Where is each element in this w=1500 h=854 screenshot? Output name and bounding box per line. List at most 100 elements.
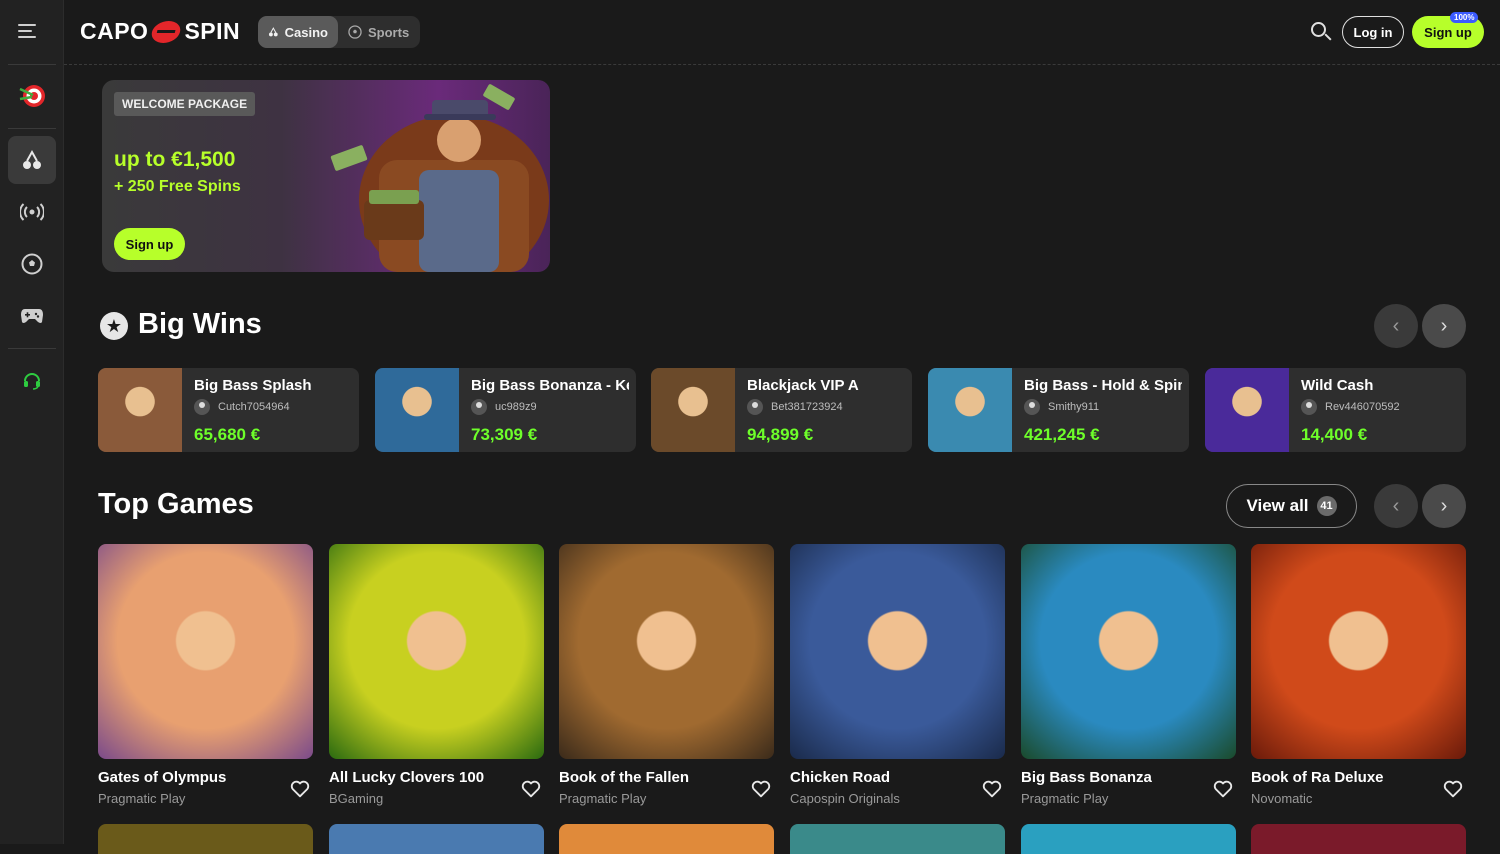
live-broadcast-icon — [20, 203, 44, 221]
sidebar-item-live[interactable] — [8, 188, 56, 236]
menu-icon[interactable] — [18, 18, 46, 44]
target-icon — [19, 85, 45, 107]
big-wins-next-button[interactable]: › — [1422, 304, 1466, 348]
win-user: Rev446070592 — [1301, 399, 1400, 415]
top-games-prev-button[interactable]: ‹ — [1374, 484, 1418, 528]
game-thumbnail — [651, 368, 735, 452]
game-thumbnail[interactable] — [98, 824, 313, 854]
game-tile[interactable]: Book of Ra Deluxe Novomatic — [1251, 544, 1466, 806]
game-provider: Pragmatic Play — [1021, 791, 1109, 806]
game-thumbnail[interactable] — [1021, 544, 1236, 759]
sidebar-item-target[interactable] — [8, 72, 56, 120]
game-thumbnail[interactable] — [1251, 544, 1466, 759]
tab-casino[interactable]: Casino — [258, 16, 338, 48]
big-wins-prev-button[interactable]: ‹ — [1374, 304, 1418, 348]
game-thumbnail[interactable] — [559, 544, 774, 759]
win-game-title: Blackjack VIP A — [747, 377, 859, 394]
win-game-title: Big Bass Bonanza - Keeping it Reel — [471, 377, 629, 394]
count-badge: 41 — [1316, 496, 1337, 516]
heart-icon[interactable] — [520, 778, 542, 800]
game-tile[interactable]: Chicken Road Capospin Originals — [790, 544, 1005, 806]
heart-icon[interactable] — [1212, 778, 1234, 800]
avatar-icon — [471, 399, 487, 415]
promo-subtitle: + 250 Free Spins — [114, 178, 241, 195]
game-thumbnail[interactable] — [98, 544, 313, 759]
view-all-label: View all — [1246, 496, 1309, 515]
login-button[interactable]: Log in — [1342, 16, 1404, 48]
game-thumbnail — [1205, 368, 1289, 452]
game-provider: Pragmatic Play — [559, 791, 647, 806]
logo-text-left: CAPO — [80, 18, 149, 44]
heart-icon[interactable] — [750, 778, 772, 800]
game-tile[interactable]: Gates of Olympus Pragmatic Play — [98, 544, 313, 806]
sidebar — [0, 0, 64, 844]
game-title: Book of Ra Deluxe — [1251, 769, 1384, 786]
heart-icon[interactable] — [981, 778, 1003, 800]
view-all-button[interactable]: View all 41 — [1226, 484, 1357, 528]
game-thumbnail[interactable] — [559, 824, 774, 854]
game-tile[interactable]: All Lucky Clovers 100 BGaming — [329, 544, 544, 806]
game-title: Gates of Olympus — [98, 769, 227, 786]
search-icon[interactable] — [1309, 20, 1333, 44]
welcome-banner[interactable]: WELCOME PACKAGE up to €1,500 + 250 Free … — [102, 80, 550, 272]
site-logo[interactable]: CAPO SPIN — [80, 18, 240, 45]
game-thumbnail[interactable] — [790, 544, 1005, 759]
chevron-right-icon: › — [1440, 314, 1448, 337]
sidebar-item-support[interactable] — [8, 356, 56, 404]
game-thumbnail[interactable] — [1021, 824, 1236, 854]
divider — [8, 348, 56, 349]
win-amount: 73,309 € — [471, 425, 538, 444]
gamepad-icon — [21, 309, 43, 323]
sidebar-item-casino[interactable] — [8, 136, 56, 184]
promo-title: up to €1,500 — [114, 148, 236, 171]
logo-mark-icon — [149, 20, 184, 43]
product-switcher: Casino Sports — [258, 16, 420, 48]
tab-sports[interactable]: Sports — [338, 16, 419, 48]
bonus-badge: 100% — [1450, 12, 1479, 23]
sidebar-item-games[interactable] — [8, 292, 56, 340]
chevron-left-icon: ‹ — [1392, 314, 1400, 337]
win-username: Cutch7054964 — [218, 401, 290, 413]
win-game-title: Big Bass - Hold & Spinner — [1024, 377, 1182, 394]
win-username: uc989z9 — [495, 401, 537, 413]
casino-icon — [268, 27, 278, 37]
banner-signup-button[interactable]: Sign up — [114, 228, 185, 260]
big-win-card[interactable]: Big Bass Bonanza - Keeping it Reel uc989z… — [375, 368, 636, 452]
divider — [8, 64, 56, 65]
game-thumbnail[interactable] — [1251, 824, 1466, 854]
game-thumbnail[interactable] — [790, 824, 1005, 854]
game-tile[interactable]: Big Bass Bonanza Pragmatic Play — [1021, 544, 1236, 806]
win-username: Bet381723924 — [771, 401, 843, 413]
star-icon: ★ — [100, 312, 128, 340]
game-provider: Pragmatic Play — [98, 791, 186, 806]
avatar-icon — [1024, 399, 1040, 415]
game-provider: Novomatic — [1251, 791, 1313, 806]
heart-icon[interactable] — [1442, 778, 1464, 800]
win-username: Smithy911 — [1048, 401, 1100, 413]
win-amount: 94,899 € — [747, 425, 814, 444]
avatar-icon — [1301, 399, 1317, 415]
win-user: Bet381723924 — [747, 399, 843, 415]
heart-icon[interactable] — [289, 778, 311, 800]
sidebar-item-sports[interactable] — [8, 240, 56, 288]
chevron-right-icon: › — [1440, 494, 1448, 517]
big-win-card[interactable]: Big Bass Splash Cutch7054964 65,680 € — [98, 368, 359, 452]
big-win-card[interactable]: Big Bass - Hold & Spinner Smithy911 421,24… — [928, 368, 1189, 452]
section-title-big-wins: Big Wins — [138, 308, 262, 340]
game-title: Big Bass Bonanza — [1021, 769, 1152, 786]
game-tile[interactable]: Book of the Fallen Pragmatic Play — [559, 544, 774, 806]
top-header: CAPO SPIN Casino Sports Log in Sign up 1… — [64, 0, 1500, 64]
game-title: Chicken Road — [790, 769, 891, 786]
soccer-ball-icon — [348, 25, 362, 39]
tab-label: Casino — [284, 24, 328, 40]
big-win-card[interactable]: Blackjack VIP A Bet381723924 94,899 € — [651, 368, 912, 452]
big-win-card[interactable]: Wild Cash Rev446070592 14,400 € — [1205, 368, 1466, 452]
game-title: Book of the Fallen — [559, 769, 690, 786]
casino-icon — [23, 149, 41, 169]
win-user: Smithy911 — [1024, 399, 1099, 415]
game-thumbnail[interactable] — [329, 824, 544, 854]
game-thumbnail[interactable] — [329, 544, 544, 759]
top-games-next-button[interactable]: › — [1422, 484, 1466, 528]
game-title: All Lucky Clovers 100 — [329, 769, 485, 786]
win-amount: 14,400 € — [1301, 425, 1368, 444]
